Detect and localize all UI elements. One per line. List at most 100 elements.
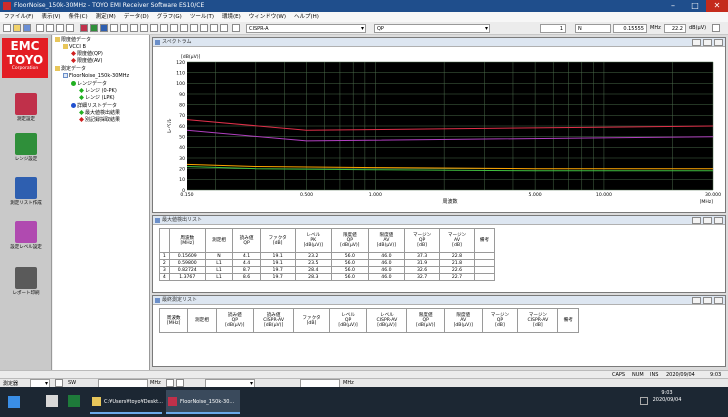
y-tick-label: 40 xyxy=(179,145,185,151)
report-print-button[interactable]: レポート印刷 xyxy=(6,267,46,303)
menu-window[interactable]: ウィンドウ(W) xyxy=(245,12,290,22)
maximize-button[interactable]: □ xyxy=(684,0,706,12)
tree-node-detail-list[interactable]: 詳細リストデータ xyxy=(71,103,117,109)
menu-graph[interactable]: グラフ(G) xyxy=(153,12,186,22)
spectrum-chart[interactable]: 0 10 20 30 40 50 60 70 80 90 100 110 120 0.150 0.500 1.… xyxy=(161,50,721,210)
peak-row[interactable]: 3 0.82724 L1 8.7 19.7 28.4 56.0 46.0 32.6 22.6 xyxy=(159,266,496,274)
y-tick-label: 110 xyxy=(176,70,185,76)
measure-icon[interactable] xyxy=(80,24,88,32)
final-minimize-button[interactable] xyxy=(692,297,701,304)
list-icon[interactable] xyxy=(100,24,108,32)
peak-row[interactable]: 1 0.15609 N 4.1 19.1 23.2 56.0 46.0 37.3 22.8 xyxy=(159,252,496,260)
data-tree: 限度値データ VCCI B 限度値(QP) 限度値(AV) 測定データ Floo… xyxy=(53,35,150,370)
toolbar-menu-icon[interactable] xyxy=(712,24,720,32)
graph6-icon[interactable] xyxy=(200,24,208,32)
spectrum-maximize-button[interactable] xyxy=(703,39,712,46)
cut-icon[interactable] xyxy=(36,24,44,32)
final-close-button[interactable] xyxy=(714,297,723,304)
close-button[interactable]: ✕ xyxy=(706,0,728,12)
menu-view[interactable]: 表示(V) xyxy=(37,12,64,22)
peak-cell: 0.15609 xyxy=(168,252,206,260)
taskbar-explorer[interactable]: C:¥Users¥toyo¥Deskt... xyxy=(90,390,163,414)
graph5-icon[interactable] xyxy=(190,24,198,32)
tree-node-measure-data[interactable]: 測定データ xyxy=(55,66,86,72)
paste-icon[interactable] xyxy=(56,24,64,32)
detector-select[interactable]: CISPR-A xyxy=(246,24,366,33)
marker-left-icon[interactable] xyxy=(166,379,174,387)
marker-right-icon[interactable] xyxy=(176,379,184,387)
copy-icon[interactable] xyxy=(46,24,54,32)
final-header: レベル CISPR-AV [dB(μV)] xyxy=(366,308,408,333)
graph8-icon[interactable] xyxy=(220,24,228,32)
excel-icon[interactable] xyxy=(68,395,80,407)
settings-icon[interactable] xyxy=(232,24,240,32)
tree-node-limit-av[interactable]: 限度値(AV) xyxy=(71,58,102,64)
range-icon[interactable] xyxy=(90,24,98,32)
tree-node-limit-qp[interactable]: 限度値(QP) xyxy=(71,51,103,57)
peak-minimize-button[interactable] xyxy=(692,217,701,224)
menu-file[interactable]: ファイル(F) xyxy=(0,12,37,22)
marker-icon[interactable] xyxy=(130,24,138,32)
final-maximize-button[interactable] xyxy=(703,297,712,304)
tree-node-range-data[interactable]: レンジデータ xyxy=(71,81,107,87)
level-input[interactable]: 22.2 xyxy=(664,24,686,33)
peak-cell: 46.0 xyxy=(367,266,406,274)
minimize-button[interactable]: – xyxy=(662,0,684,12)
graph1-icon[interactable] xyxy=(150,24,158,32)
tree-node-floornoise[interactable]: FloorNoise_150k-30MHz xyxy=(63,73,129,79)
task-view-icon[interactable] xyxy=(46,395,58,407)
peak-close-button[interactable] xyxy=(714,217,723,224)
tree-node-limit-data[interactable]: 限度値データ xyxy=(55,37,91,43)
graph3-icon[interactable] xyxy=(170,24,178,32)
y-tick-label: 10 xyxy=(179,177,185,183)
menu-data[interactable]: データ(D) xyxy=(120,12,153,22)
chart-icon[interactable] xyxy=(110,24,118,32)
measure-list-button[interactable]: 測定リスト作成 xyxy=(6,177,46,213)
y-tick-label: 120 xyxy=(176,60,185,66)
tray-icon[interactable] xyxy=(640,397,648,405)
zoom-icon[interactable] xyxy=(120,24,128,32)
step-icon[interactable] xyxy=(55,379,63,387)
peak-cell: 37.3 xyxy=(404,252,441,260)
printer-icon xyxy=(15,267,37,289)
peak-row[interactable]: 4 1.3767 L1 8.6 19.7 28.3 56.0 46.0 32.7 22.7 xyxy=(159,273,496,281)
frequency-input[interactable]: 0.15555 xyxy=(613,24,647,33)
taskbar-emi-app[interactable]: FloorNoise_150k-30... xyxy=(166,390,240,414)
peak-cell: 21.8 xyxy=(439,259,475,267)
open-icon[interactable] xyxy=(13,24,21,32)
tree-node-separate-record[interactable]: 別記録採取結果 xyxy=(79,117,120,123)
y-tick-label: 70 xyxy=(179,113,185,119)
spectrum-close-button[interactable] xyxy=(714,39,723,46)
spectrum-minimize-button[interactable] xyxy=(692,39,701,46)
measure-setting-icon xyxy=(15,93,37,115)
menu-help[interactable]: ヘルプ(H) xyxy=(290,12,323,22)
peak-maximize-button[interactable] xyxy=(703,217,712,224)
new-icon[interactable] xyxy=(3,24,11,32)
tree-node-max-detect[interactable]: 最大値検出結果 xyxy=(79,110,120,116)
peak-row[interactable]: 2 0.59800 L1 4.4 19.1 23.5 56.0 46.0 31.9 21.8 xyxy=(159,259,496,267)
logo-sub: TOYO xyxy=(6,53,44,67)
print-icon[interactable] xyxy=(66,24,74,32)
measure-setting-button[interactable]: 測定設定 xyxy=(6,93,46,129)
tree-node-vcci-b[interactable]: VCCI B xyxy=(63,44,86,50)
tree-node-range-opk[interactable]: レンジ (0-PK) xyxy=(79,88,117,94)
graph2-icon[interactable] xyxy=(160,24,168,32)
peak-header xyxy=(159,228,170,253)
level-setting-button[interactable]: 設定レベル設定 xyxy=(6,221,46,257)
graph7-icon[interactable] xyxy=(210,24,218,32)
start-icon[interactable] xyxy=(8,396,20,408)
final-header: レベル QP [dB(μV)] xyxy=(328,308,368,333)
menu-tools[interactable]: ツール(T) xyxy=(186,12,218,22)
field1-input[interactable]: 1 xyxy=(540,24,566,33)
taskbar-clock[interactable]: 9:03 2020/09/04 xyxy=(650,390,684,404)
menu-condition[interactable]: 条件(C) xyxy=(65,12,92,22)
menu-measure[interactable]: 測定(M) xyxy=(92,12,120,22)
field2-input[interactable]: N xyxy=(575,24,611,33)
save-icon[interactable] xyxy=(23,24,31,32)
range-setting-button[interactable]: レンジ設定 xyxy=(6,133,46,169)
peak-icon[interactable] xyxy=(140,24,148,32)
tree-node-range-lpk[interactable]: レンジ (LPK) xyxy=(79,95,115,101)
mode-select[interactable]: QP xyxy=(374,24,490,33)
graph4-icon[interactable] xyxy=(180,24,188,32)
menu-env[interactable]: 環境(E) xyxy=(218,12,245,22)
